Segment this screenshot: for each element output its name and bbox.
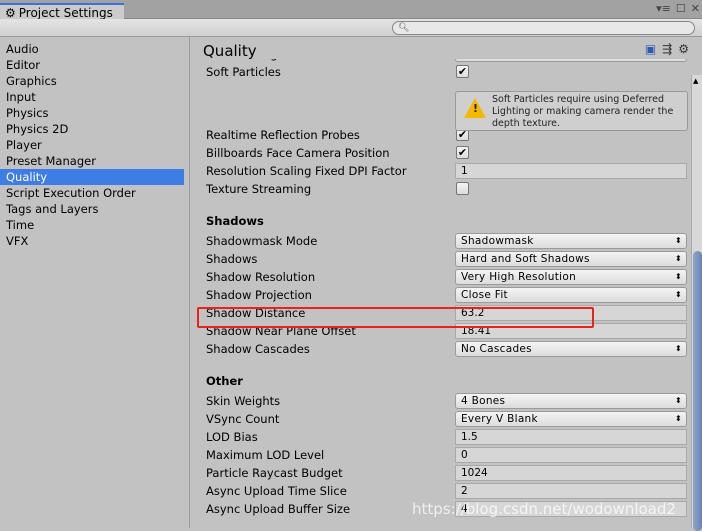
setting-row-shadowmask-mode: Shadowmask Mode Shadowmask xyxy=(206,232,688,250)
setting-row-billboards-face-camera-position: Billboards Face Camera Position ✔ xyxy=(206,144,688,162)
soft-particles-help-box: ! Soft Particles require using Deferred … xyxy=(455,91,688,131)
settings-gear-icon[interactable]: ⚙ xyxy=(678,42,689,56)
setting-row-shadows: Shadows Hard and Soft Shadows xyxy=(206,250,688,268)
setting-row-shadow-resolution: Shadow Resolution Very High Resolution xyxy=(206,268,688,286)
sidebar-item-graphics[interactable]: Graphics xyxy=(0,73,189,89)
value-field[interactable]: 1 xyxy=(455,163,687,179)
setting-label: Soft Particles xyxy=(206,65,281,79)
vertical-scrollbar[interactable]: ▲ xyxy=(691,75,702,531)
checkbox[interactable] xyxy=(456,182,469,195)
checkbox[interactable]: ✔ xyxy=(456,146,469,159)
sidebar-item-input[interactable]: Input xyxy=(0,89,189,105)
value-field[interactable]: 0 xyxy=(455,447,687,463)
value-field[interactable]: 1024 xyxy=(455,465,687,481)
search-icon: 🔍︎ xyxy=(398,23,410,33)
setting-label: Particle Raycast Budget xyxy=(206,466,343,480)
setting-label: Shadow Cascades xyxy=(206,342,310,356)
setting-row-shadow-cascades: Shadow Cascades No Cascades xyxy=(206,340,688,358)
scrollbar-thumb[interactable] xyxy=(693,251,702,531)
tab-title: Project Settings xyxy=(18,5,113,20)
dropdown[interactable]: Every V Blank xyxy=(455,411,687,427)
setting-label: Shadows xyxy=(206,252,258,266)
dropdown[interactable]: No Cascades xyxy=(455,341,687,357)
setting-row-skin-weights: Skin Weights 4 Bones xyxy=(206,392,688,410)
scroll-up-arrow-icon[interactable]: ▲ xyxy=(693,77,698,85)
preset-icon[interactable]: ⇶ xyxy=(662,42,672,56)
help-book-icon[interactable]: ▣ xyxy=(645,42,656,56)
header: Quality ▣ ⇶ ⚙ xyxy=(191,37,691,60)
setting-label: LOD Bias xyxy=(206,430,258,444)
setting-row-resolution-scaling-fixed-dpi-factor: Resolution Scaling Fixed DPI Factor 1 xyxy=(206,162,688,180)
dropdown[interactable]: 4 Bones xyxy=(455,393,687,409)
sidebar-item-preset-manager[interactable]: Preset Manager xyxy=(0,153,189,169)
title-bar: ⚙ Project Settings ▾≡ ☐ ✕ xyxy=(0,0,702,20)
setting-label: Realtime Reflection Probes xyxy=(206,128,360,142)
gear-icon: ⚙ xyxy=(5,5,16,20)
sidebar-item-editor[interactable]: Editor xyxy=(0,57,189,73)
value-field[interactable]: 2 xyxy=(455,483,687,499)
setting-label: Maximum LOD Level xyxy=(206,448,325,462)
checkbox[interactable]: ✔ xyxy=(456,65,469,78)
toolbar: 🔍︎ xyxy=(0,19,702,37)
sidebar-item-vfx[interactable]: VFX xyxy=(0,233,189,249)
search-input[interactable]: 🔍︎ xyxy=(392,21,695,35)
setting-row-particle-raycast-budget: Particle Raycast Budget 1024 xyxy=(206,464,688,482)
setting-label: Shadowmask Mode xyxy=(206,234,318,248)
tab-project-settings[interactable]: ⚙ Project Settings xyxy=(0,3,124,20)
setting-row-maximum-lod-level: Maximum LOD Level 0 xyxy=(206,446,688,464)
setting-row-soft-particles: Soft Particles ✔ xyxy=(206,63,688,81)
setting-label: Async Upload Buffer Size xyxy=(206,502,351,516)
setting-label: Async Upload Time Slice xyxy=(206,484,347,498)
dropdown[interactable]: Very High Resolution xyxy=(455,269,687,285)
warning-icon: ! xyxy=(464,98,486,118)
setting-row-texture-streaming: Texture Streaming xyxy=(206,180,688,198)
sidebar-item-script-execution-order[interactable]: Script Execution Order xyxy=(0,185,189,201)
sidebar-item-physics[interactable]: Physics xyxy=(0,105,189,121)
setting-label: Skin Weights xyxy=(206,394,281,408)
shadow-distance-highlight xyxy=(197,307,594,328)
setting-row-lod-bias: LOD Bias 1.5 xyxy=(206,428,688,446)
sidebar-item-tags-and-layers[interactable]: Tags and Layers xyxy=(0,201,189,217)
setting-label: Shadow Projection xyxy=(206,288,312,302)
section-heading-other: Other xyxy=(206,374,243,388)
menu-icon[interactable]: ▾≡ xyxy=(656,2,671,15)
close-icon[interactable]: ✕ xyxy=(691,2,700,15)
page-title: Quality xyxy=(203,42,257,60)
sidebar: Audio Editor Graphics Input Physics Physics 2… xyxy=(0,37,190,528)
setting-label: Resolution Scaling Fixed DPI Factor xyxy=(206,164,407,178)
dropdown[interactable]: Hard and Soft Shadows xyxy=(455,251,687,267)
section-heading-shadows: Shadows xyxy=(206,214,264,228)
sidebar-item-player[interactable]: Player xyxy=(0,137,189,153)
setting-row-async-upload-time-slice: Async Upload Time Slice 2 xyxy=(206,482,688,500)
value-field[interactable]: 1.5 xyxy=(455,429,687,445)
maximize-icon[interactable]: ☐ xyxy=(676,2,686,15)
setting-label: Shadow Resolution xyxy=(206,270,316,284)
sidebar-item-quality[interactable]: Quality xyxy=(0,169,184,185)
setting-label: VSync Count xyxy=(206,412,280,426)
setting-label: Texture Streaming xyxy=(206,182,312,196)
help-text: Soft Particles require using Deferred Li… xyxy=(492,94,674,129)
setting-label: Billboards Face Camera Position xyxy=(206,146,390,160)
watermark: https://blog.csdn.net/wodownload2 xyxy=(412,500,676,518)
sidebar-item-audio[interactable]: Audio xyxy=(0,41,189,57)
setting-row-shadow-projection: Shadow Projection Close Fit xyxy=(206,286,688,304)
dropdown[interactable]: Close Fit xyxy=(455,287,687,303)
sidebar-item-time[interactable]: Time xyxy=(0,217,189,233)
main-panel: Quality ▣ ⇶ ⚙ Anti Aliasing4x Multi Samp… xyxy=(191,37,702,528)
sidebar-item-physics-2d[interactable]: Physics 2D xyxy=(0,121,189,137)
dropdown[interactable]: Shadowmask xyxy=(455,233,687,249)
setting-row-vsync-count: VSync Count Every V Blank xyxy=(206,410,688,428)
